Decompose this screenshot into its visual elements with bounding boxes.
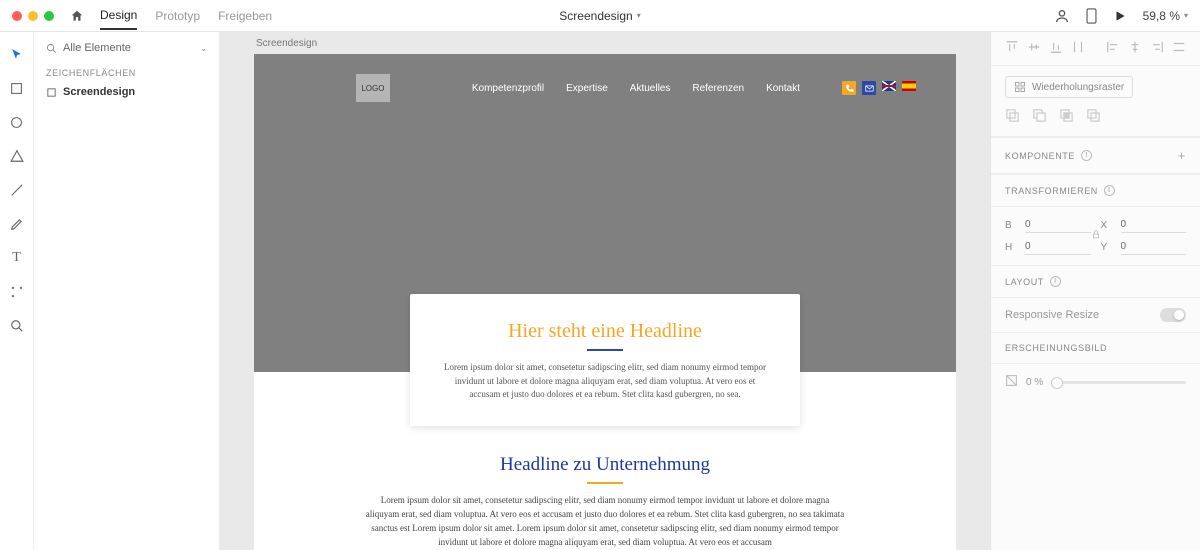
- home-icon[interactable]: [70, 9, 84, 23]
- tab-prototype[interactable]: Prototyp: [155, 9, 200, 29]
- nav-link: Aktuelles: [630, 83, 671, 94]
- artboard[interactable]: LOGO Kompetenzprofil Expertise Aktuelles…: [254, 54, 956, 550]
- height-input[interactable]: [1025, 239, 1091, 255]
- component-section-header: KOMPONENTEi +: [991, 137, 1200, 174]
- responsive-toggle[interactable]: [1160, 308, 1186, 322]
- rectangle-tool-icon[interactable]: [9, 80, 25, 96]
- info-icon[interactable]: i: [1050, 276, 1061, 287]
- align-hcenter-icon[interactable]: [1128, 40, 1142, 57]
- tool-rail: T: [0, 32, 34, 550]
- repeat-grid-button[interactable]: Wiederholungsraster: [1005, 76, 1133, 98]
- responsive-resize-row: Responsive Resize: [991, 298, 1200, 332]
- divider: [587, 482, 623, 484]
- info-icon[interactable]: i: [1081, 150, 1092, 161]
- width-label: B: [1005, 220, 1015, 231]
- nav-link: Referenzen: [692, 83, 744, 94]
- tab-share[interactable]: Freigeben: [218, 9, 272, 29]
- align-right-icon[interactable]: [1150, 40, 1164, 57]
- nav-link: Kontakt: [766, 83, 800, 94]
- canvas[interactable]: Screendesign LOGO Kompetenzprofil Expert…: [220, 32, 990, 550]
- title-bar: Design Prototyp Freigeben Screendesign ▾…: [0, 0, 1200, 32]
- artboard-item[interactable]: Screendesign: [46, 86, 207, 98]
- chevron-down-icon: ⌄: [200, 44, 207, 53]
- hero-card: Hier steht eine Headline Lorem ipsum dol…: [410, 294, 800, 426]
- y-label: Y: [1101, 242, 1111, 253]
- artboard-item-label: Screendesign: [63, 86, 135, 98]
- opacity-value: 0 %: [1026, 377, 1043, 388]
- site-nav: LOGO Kompetenzprofil Expertise Aktuelles…: [254, 74, 956, 102]
- boolean-exclude-icon[interactable]: [1086, 108, 1101, 126]
- body-text: Lorem ipsum dolor sit amet, consetetur s…: [365, 494, 845, 550]
- window-controls: [12, 11, 54, 21]
- height-label: H: [1005, 242, 1015, 253]
- align-row: [991, 32, 1200, 66]
- artboard-label[interactable]: Screendesign: [256, 38, 317, 49]
- boolean-union-icon[interactable]: [1005, 108, 1020, 126]
- width-input[interactable]: [1025, 217, 1091, 233]
- mode-tabs: Design Prototyp Freigeben: [100, 2, 272, 30]
- layer-filter[interactable]: Alle Elemente ⌄: [46, 42, 207, 54]
- responsive-label: Responsive Resize: [1005, 309, 1099, 321]
- boolean-intersect-icon[interactable]: [1059, 108, 1074, 126]
- info-icon[interactable]: i: [1104, 185, 1115, 196]
- card-text: Lorem ipsum dolor sit amet, consetetur s…: [440, 361, 770, 402]
- chevron-down-icon: ▾: [1184, 11, 1188, 20]
- play-icon[interactable]: [1113, 9, 1127, 23]
- opacity-icon: [1005, 374, 1018, 390]
- x-input[interactable]: [1121, 217, 1187, 233]
- line-tool-icon[interactable]: [9, 182, 25, 198]
- align-bottom-icon[interactable]: [1049, 40, 1063, 57]
- inspector-panel: Wiederholungsraster KOMPONENTEi + TRANSF…: [990, 32, 1200, 550]
- card-headline: Hier steht eine Headline: [440, 320, 770, 343]
- artboard-tool-icon[interactable]: [9, 284, 25, 300]
- text-tool-icon[interactable]: T: [9, 250, 25, 266]
- add-component-icon[interactable]: +: [1178, 148, 1186, 163]
- lock-aspect-icon[interactable]: [1091, 230, 1101, 243]
- layers-panel: Alle Elemente ⌄ ZEICHENFLÄCHEN Screendes…: [34, 32, 220, 550]
- phone-icon: [842, 81, 856, 95]
- transform-section-header: TRANSFORMIERENi: [991, 174, 1200, 207]
- layout-section-header: LAYOUTi: [991, 265, 1200, 298]
- x-label: X: [1101, 220, 1111, 231]
- zoom-tool-icon[interactable]: [9, 318, 25, 334]
- logo-placeholder: LOGO: [356, 74, 390, 102]
- zoom-control[interactable]: 59,8 % ▾: [1143, 9, 1188, 23]
- boolean-subtract-icon[interactable]: [1032, 108, 1047, 126]
- pen-tool-icon[interactable]: [9, 216, 25, 232]
- divider: [587, 349, 623, 351]
- y-input[interactable]: [1121, 239, 1187, 255]
- polygon-tool-icon[interactable]: [9, 148, 25, 164]
- distribute-h-icon[interactable]: [1172, 40, 1186, 57]
- user-avatar-icon[interactable]: [1054, 8, 1070, 24]
- maximize-window-icon[interactable]: [44, 11, 54, 21]
- align-top-icon[interactable]: [1005, 40, 1019, 57]
- flag-uk-icon: [882, 81, 896, 91]
- document-title[interactable]: Screendesign ▾: [559, 9, 640, 23]
- distribute-v-icon[interactable]: [1071, 40, 1085, 57]
- minimize-window-icon[interactable]: [28, 11, 38, 21]
- artboards-header: ZEICHENFLÄCHEN: [46, 68, 207, 78]
- flag-es-icon: [902, 81, 916, 91]
- layer-filter-label: Alle Elemente: [63, 42, 131, 54]
- device-preview-icon[interactable]: [1086, 8, 1097, 24]
- align-vcenter-icon[interactable]: [1027, 40, 1041, 57]
- tab-design[interactable]: Design: [100, 8, 137, 30]
- zoom-value: 59,8 %: [1143, 9, 1180, 23]
- body-headline: Headline zu Unternehmung: [354, 454, 856, 476]
- ellipse-tool-icon[interactable]: [9, 114, 25, 130]
- close-window-icon[interactable]: [12, 11, 22, 21]
- mail-icon: [862, 81, 876, 95]
- repeat-grid-label: Wiederholungsraster: [1032, 82, 1124, 93]
- align-left-icon[interactable]: [1106, 40, 1120, 57]
- transform-grid: B X H Y: [991, 207, 1200, 265]
- opacity-row: 0 %: [991, 364, 1200, 400]
- nav-link: Expertise: [566, 83, 608, 94]
- chevron-down-icon: ▾: [637, 11, 641, 20]
- select-tool-icon[interactable]: [9, 46, 25, 62]
- nav-link: Kompetenzprofil: [472, 83, 544, 94]
- document-title-label: Screendesign: [559, 9, 632, 23]
- appearance-section-header: ERSCHEINUNGSBILD: [991, 332, 1200, 364]
- opacity-slider[interactable]: [1051, 381, 1186, 384]
